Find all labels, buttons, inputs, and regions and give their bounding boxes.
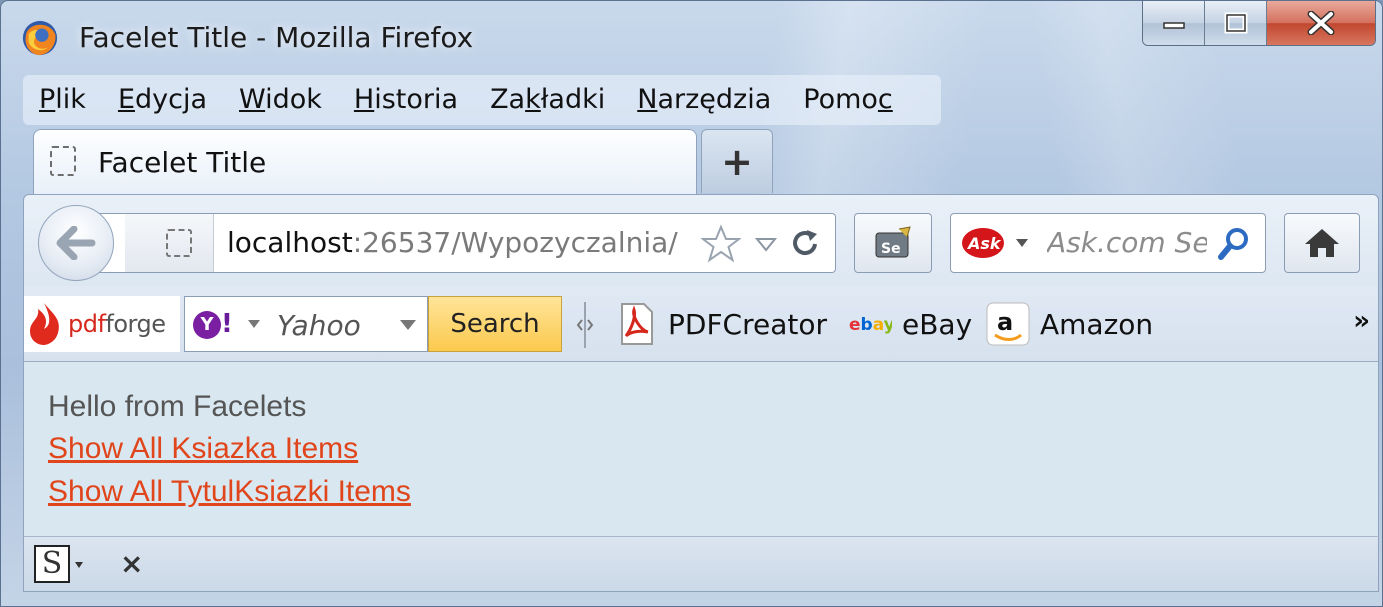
addon-bar-close-button[interactable]: × (120, 547, 143, 580)
menu-item-plik[interactable]: Plik (23, 75, 102, 125)
title-bar: Facelet Title - Mozilla Firefox (1, 1, 1382, 73)
show-tytulksiazki-link[interactable]: Show All TytulKsiazki Items (48, 475, 411, 509)
amazon-icon: a (986, 302, 1030, 346)
pdfforge-toolbar-button[interactable]: pdfforge (24, 296, 180, 352)
menu-item-accesskey: N (637, 84, 658, 115)
bookmark-star-icon[interactable] (701, 224, 741, 264)
ask-logo-text: Ask (966, 234, 1002, 253)
menu-bar: Plik Edycja Widok Historia Zakładki Narzędzia… (23, 75, 941, 125)
search-bar[interactable]: Ask Ask.com Se (950, 213, 1266, 273)
yahoo-search-button[interactable]: Search (428, 296, 562, 352)
url-host: localhost (227, 226, 353, 259)
yahoo-logo-y: Y (193, 310, 221, 339)
maximize-icon (1224, 12, 1247, 34)
toolbar-grip-icon[interactable] (576, 300, 594, 350)
menu-item-accesskey: H (353, 84, 375, 115)
search-magnifier-icon[interactable] (1217, 226, 1251, 262)
pdf-icon (621, 303, 653, 345)
addon-bar: S × (23, 536, 1379, 592)
firefox-logo-icon (22, 20, 58, 56)
navigation-toolbar: localhost:26537/Wypozyczalnia/ Se Ask As… (23, 194, 1379, 286)
bookmark-ebay[interactable]: ebay eBay (848, 300, 972, 348)
bookmark-ebay-label: eBay (902, 307, 973, 341)
menu-item-widok[interactable]: Widok (223, 75, 338, 125)
url-bar[interactable]: localhost:26537/Wypozyczalnia/ (94, 213, 836, 273)
default-favicon-icon (50, 146, 76, 176)
menu-item-pomoc[interactable]: Pomoc (787, 75, 909, 125)
page-identity-icon (166, 229, 192, 257)
page-content: Hello from Facelets Show All Ksiazka Ite… (23, 362, 1379, 536)
show-ksiazka-link[interactable]: Show All Ksiazka Items (48, 432, 358, 466)
yahoo-engine-dropdown-icon[interactable] (247, 319, 261, 329)
menu-item-text: istoria (374, 84, 459, 115)
menu-item-text: Pomo (803, 84, 878, 115)
menu-item-text: lik (55, 84, 86, 115)
maximize-button[interactable] (1205, 1, 1267, 45)
window-title: Facelet Title - Mozilla Firefox (79, 21, 474, 54)
yahoo-placeholder: Yahoo (277, 309, 361, 342)
bookmark-amazon-label: Amazon (1040, 307, 1154, 341)
bookmark-pdfcreator-label: PDFCreator (668, 307, 828, 341)
caption-buttons (1142, 1, 1376, 46)
s-addon-dropdown-icon[interactable] (74, 561, 84, 569)
bookmark-amazon[interactable]: a Amazon (986, 300, 1153, 348)
s-addon-icon[interactable]: S (34, 545, 70, 583)
toolbar-overflow-button[interactable]: » (1353, 306, 1370, 336)
home-button[interactable] (1284, 213, 1360, 273)
bookmarks-toolbar: pdfforge Y! Yahoo Search PDFCreator ebay… (23, 286, 1379, 362)
new-tab-button[interactable]: + (701, 129, 773, 193)
tab-label: Facelet Title (98, 146, 267, 179)
yahoo-search-input[interactable]: Y! Yahoo (184, 296, 428, 352)
bookmark-pdfcreator[interactable]: PDFCreator (614, 300, 827, 348)
pdfforge-label-forge: forge (105, 310, 166, 338)
minimize-icon (1162, 22, 1185, 29)
menu-item-accesskey: E (117, 84, 135, 115)
menu-item-edycja[interactable]: Edycja (102, 75, 223, 125)
back-button[interactable] (38, 205, 114, 281)
url-text[interactable]: localhost:26537/Wypozyczalnia/ (227, 226, 678, 259)
svg-text:a: a (997, 308, 1013, 336)
minimize-button[interactable] (1143, 1, 1205, 45)
menu-item-narzędzia[interactable]: Narzędzia (621, 75, 787, 125)
back-arrow-icon (56, 226, 96, 260)
menu-item-text: Za (490, 84, 526, 115)
home-icon (1305, 229, 1339, 257)
site-identity-button[interactable] (125, 214, 214, 272)
selenium-ide-icon: Se (875, 226, 911, 258)
tab-facelet-title[interactable]: Facelet Title (33, 129, 697, 195)
history-dropdown-icon[interactable] (755, 236, 777, 252)
menu-item-text: arzędzia (657, 84, 772, 115)
svg-text:ebay: ebay (849, 315, 892, 335)
pdfforge-label: pdfforge (68, 310, 166, 338)
menu-item-accesskey: P (39, 84, 56, 115)
search-placeholder: Ask.com Se (1047, 226, 1207, 259)
greeting-text: Hello from Facelets (48, 390, 307, 423)
yahoo-history-dropdown-icon[interactable] (399, 319, 417, 331)
menu-item-text: idok (265, 84, 322, 115)
ask-logo-icon: Ask (962, 228, 1004, 258)
ebay-icon: ebay (849, 315, 892, 335)
reload-icon[interactable] (791, 228, 821, 260)
menu-item-text: dycja (135, 84, 208, 115)
menu-item-accesskey: W (239, 84, 266, 115)
url-bar-icons (701, 224, 821, 264)
addon-toolbar-button[interactable]: Se (854, 213, 932, 273)
menu-item-historia[interactable]: Historia (338, 75, 474, 125)
menu-item-accesskey: k (525, 84, 541, 115)
menu-item-text: ładki (540, 84, 606, 115)
url-path: :26537/Wypozyczalnia/ (352, 226, 678, 259)
pdfforge-label-pdf: pdf (68, 310, 106, 338)
menu-item-accesskey: c (877, 84, 893, 115)
browser-window: Facelet Title - Mozilla Firefox Plik Edyc… (0, 0, 1383, 607)
yahoo-logo-icon: Y! (193, 309, 233, 339)
close-icon (1307, 11, 1335, 35)
pdfforge-flame-icon (30, 303, 59, 345)
search-engine-dropdown-icon[interactable] (1015, 238, 1029, 248)
menu-item-zakładki[interactable]: Zakładki (474, 75, 621, 125)
svg-text:Se: Se (881, 241, 901, 257)
close-window-button[interactable] (1267, 1, 1375, 45)
